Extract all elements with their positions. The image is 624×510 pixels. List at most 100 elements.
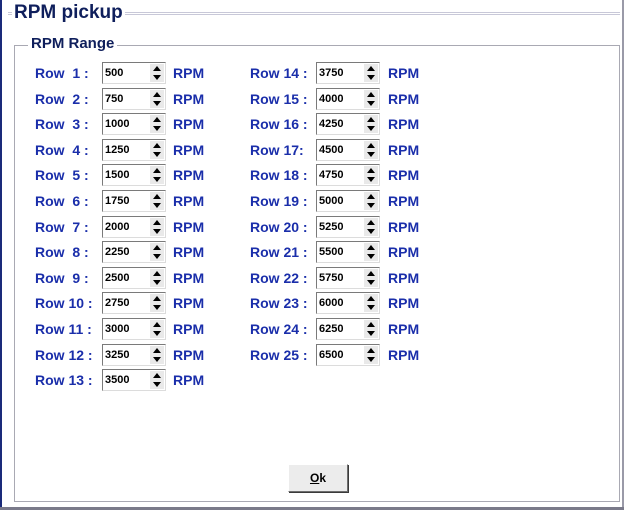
arrow-up-icon <box>367 296 375 301</box>
spin-buttons <box>364 346 378 364</box>
arrow-down-icon <box>367 152 375 157</box>
ok-button[interactable]: Ok <box>288 464 348 492</box>
spin-buttons <box>364 294 378 312</box>
spin-down-button[interactable] <box>364 329 378 338</box>
rpm-unit-label: RPM <box>173 372 205 388</box>
arrow-down-icon <box>367 331 375 336</box>
rpm-value-input[interactable] <box>318 91 359 107</box>
spin-down-button[interactable] <box>150 380 164 389</box>
spin-down-button[interactable] <box>364 99 378 108</box>
rpm-row-label: Row 20 : <box>250 219 308 235</box>
rpm-pickup-window: RPM pickup RPM Range Row 1 :RPMRow 2 :RP… <box>0 0 624 510</box>
arrow-up-icon <box>367 168 375 173</box>
rpm-spinbox[interactable] <box>316 216 380 238</box>
rpm-spinbox[interactable] <box>102 369 166 391</box>
arrow-up-icon <box>367 245 375 250</box>
spin-buttons <box>364 192 378 210</box>
rpm-unit-label: RPM <box>388 321 420 337</box>
rpm-spinbox[interactable] <box>316 62 380 84</box>
rpm-value-input[interactable] <box>318 244 359 260</box>
spin-up-button[interactable] <box>364 243 378 252</box>
rpm-value-input[interactable] <box>318 347 359 363</box>
spin-down-button[interactable] <box>364 175 378 184</box>
spin-up-button[interactable] <box>364 192 378 201</box>
spin-buttons <box>364 115 378 133</box>
rpm-spinbox[interactable] <box>316 88 380 110</box>
rpm-spinbox[interactable] <box>316 267 380 289</box>
rpm-row-14: Row 14 : RPM <box>0 62 600 84</box>
rpm-row-label: Row 25 : <box>250 347 308 363</box>
rpm-unit-label: RPM <box>388 91 420 107</box>
rpm-unit-label: RPM <box>388 244 420 260</box>
rpm-unit-label: RPM <box>388 193 420 209</box>
rpm-row-17: Row 17: RPM <box>0 139 600 161</box>
spin-down-button[interactable] <box>364 73 378 82</box>
rpm-row-label: Row 13 : <box>35 372 93 388</box>
arrow-down-icon <box>367 254 375 259</box>
rpm-row-label: Row 21 : <box>250 244 308 260</box>
spin-buttons <box>364 64 378 82</box>
rpm-value-input[interactable] <box>318 321 359 337</box>
rpm-row-label: Row 17: <box>250 142 304 158</box>
rpm-value-input[interactable] <box>104 372 145 388</box>
rpm-value-input[interactable] <box>318 270 359 286</box>
rpm-unit-label: RPM <box>388 270 420 286</box>
rpm-unit-label: RPM <box>388 219 420 235</box>
rpm-spinbox[interactable] <box>316 139 380 161</box>
arrow-down-icon <box>367 280 375 285</box>
spin-buttons <box>364 166 378 184</box>
rpm-spinbox[interactable] <box>316 190 380 212</box>
rpm-row-20: Row 20 : RPM <box>0 216 600 238</box>
rpm-row-label: Row 24 : <box>250 321 308 337</box>
spin-down-button[interactable] <box>364 124 378 133</box>
spin-down-button[interactable] <box>364 252 378 261</box>
rpm-value-input[interactable] <box>318 116 359 132</box>
spin-down-button[interactable] <box>364 278 378 287</box>
spin-down-button[interactable] <box>364 201 378 210</box>
spin-up-button[interactable] <box>364 166 378 175</box>
rpm-row-24: Row 24 : RPM <box>0 318 600 340</box>
rpm-value-input[interactable] <box>318 219 359 235</box>
rpm-row-21: Row 21 : RPM <box>0 241 600 263</box>
rpm-range-group-title: RPM Range <box>28 35 118 53</box>
window-title: RPM pickup <box>12 2 125 24</box>
rpm-row-label: Row 22 : <box>250 270 308 286</box>
spin-down-button[interactable] <box>364 150 378 159</box>
rpm-row-18: Row 18 : RPM <box>0 164 600 186</box>
spin-up-button[interactable] <box>364 346 378 355</box>
arrow-down-icon <box>367 229 375 234</box>
rpm-spinbox[interactable] <box>316 292 380 314</box>
rpm-spinbox[interactable] <box>316 113 380 135</box>
rpm-value-input[interactable] <box>318 142 359 158</box>
rpm-value-input[interactable] <box>318 193 359 209</box>
arrow-up-icon <box>367 194 375 199</box>
rpm-spinbox[interactable] <box>316 318 380 340</box>
rpm-unit-label: RPM <box>388 167 420 183</box>
spin-up-button[interactable] <box>364 294 378 303</box>
spin-up-button[interactable] <box>364 269 378 278</box>
rpm-row-label: Row 15 : <box>250 91 308 107</box>
spin-down-button[interactable] <box>364 227 378 236</box>
spin-up-button[interactable] <box>364 115 378 124</box>
spin-down-button[interactable] <box>364 303 378 312</box>
arrow-up-icon <box>367 220 375 225</box>
rpm-value-input[interactable] <box>318 295 359 311</box>
spin-up-button[interactable] <box>364 218 378 227</box>
rpm-unit-label: RPM <box>388 65 420 81</box>
rpm-row-19: Row 19 : RPM <box>0 190 600 212</box>
spin-up-button[interactable] <box>364 320 378 329</box>
rpm-row-23: Row 23 : RPM <box>0 292 600 314</box>
rpm-spinbox[interactable] <box>316 164 380 186</box>
rpm-spinbox[interactable] <box>316 344 380 366</box>
rpm-value-input[interactable] <box>318 65 359 81</box>
arrow-up-icon <box>367 143 375 148</box>
rpm-value-input[interactable] <box>318 167 359 183</box>
spin-up-button[interactable] <box>150 371 164 380</box>
arrow-down-icon <box>367 177 375 182</box>
rpm-row-25: Row 25 : RPM <box>0 344 600 366</box>
spin-up-button[interactable] <box>364 90 378 99</box>
spin-down-button[interactable] <box>364 355 378 364</box>
rpm-spinbox[interactable] <box>316 241 380 263</box>
spin-up-button[interactable] <box>364 141 378 150</box>
spin-up-button[interactable] <box>364 64 378 73</box>
